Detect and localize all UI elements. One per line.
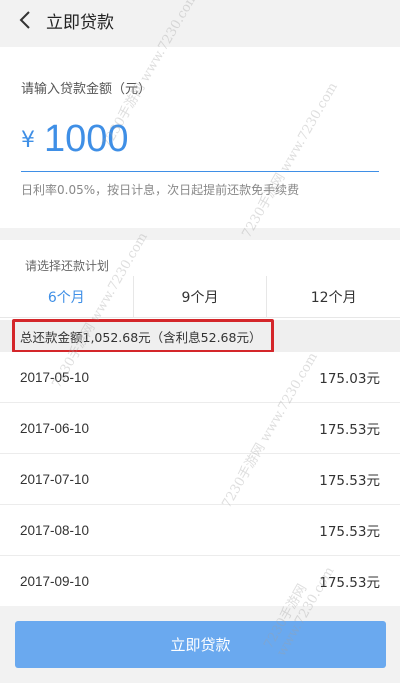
schedule-date: 2017-08-10	[20, 522, 90, 538]
bottom-bar: 立即贷款	[0, 606, 400, 683]
schedule-amount: 175.53元	[319, 575, 380, 591]
schedule-amount: 175.53元	[319, 422, 380, 438]
schedule-row: 2017-08-10 175.53元	[0, 505, 400, 556]
schedule-row: 2017-09-10 175.53元	[0, 556, 400, 607]
amount-prompt: 请输入贷款金额（元）	[21, 82, 152, 97]
chevron-left-icon[interactable]	[12, 7, 38, 33]
amount-input[interactable]: 1000	[44, 118, 129, 161]
plan-prompt: 请选择还款计划	[25, 259, 110, 273]
currency-symbol: ¥	[21, 128, 35, 153]
schedule-date: 2017-07-10	[20, 471, 90, 487]
schedule-row: 2017-06-10 175.53元	[0, 403, 400, 454]
schedule-row: 2017-07-10 175.53元	[0, 454, 400, 505]
app-header: 立即贷款	[0, 0, 400, 40]
amount-card: 请输入贷款金额（元） ¥ 1000 日利率0.05%，按日计息，次日起提前还款免…	[0, 47, 400, 228]
schedule-date: 2017-05-10	[20, 369, 90, 385]
schedule-row: 2017-05-10 175.03元	[0, 352, 400, 403]
schedule-amount: 175.03元	[319, 371, 380, 387]
schedule-amount: 175.53元	[319, 524, 380, 540]
amount-underline	[21, 171, 379, 172]
highlight-box	[12, 319, 274, 353]
schedule-date: 2017-09-10	[20, 573, 90, 589]
page-title: 立即贷款	[46, 12, 114, 33]
tab-6-months[interactable]: 6个月	[0, 276, 134, 317]
submit-loan-button[interactable]: 立即贷款	[15, 621, 386, 668]
plan-tabs: 6个月 9个月 12个月	[0, 276, 400, 318]
schedule-date: 2017-06-10	[20, 420, 90, 436]
tab-12-months[interactable]: 12个月	[267, 276, 400, 317]
rate-note: 日利率0.05%，按日计息，次日起提前还款免手续费	[21, 183, 300, 197]
repayment-schedule: 2017-05-10 175.03元 2017-06-10 175.53元 20…	[0, 352, 400, 607]
schedule-amount: 175.53元	[319, 473, 380, 489]
tab-9-months[interactable]: 9个月	[134, 276, 268, 317]
